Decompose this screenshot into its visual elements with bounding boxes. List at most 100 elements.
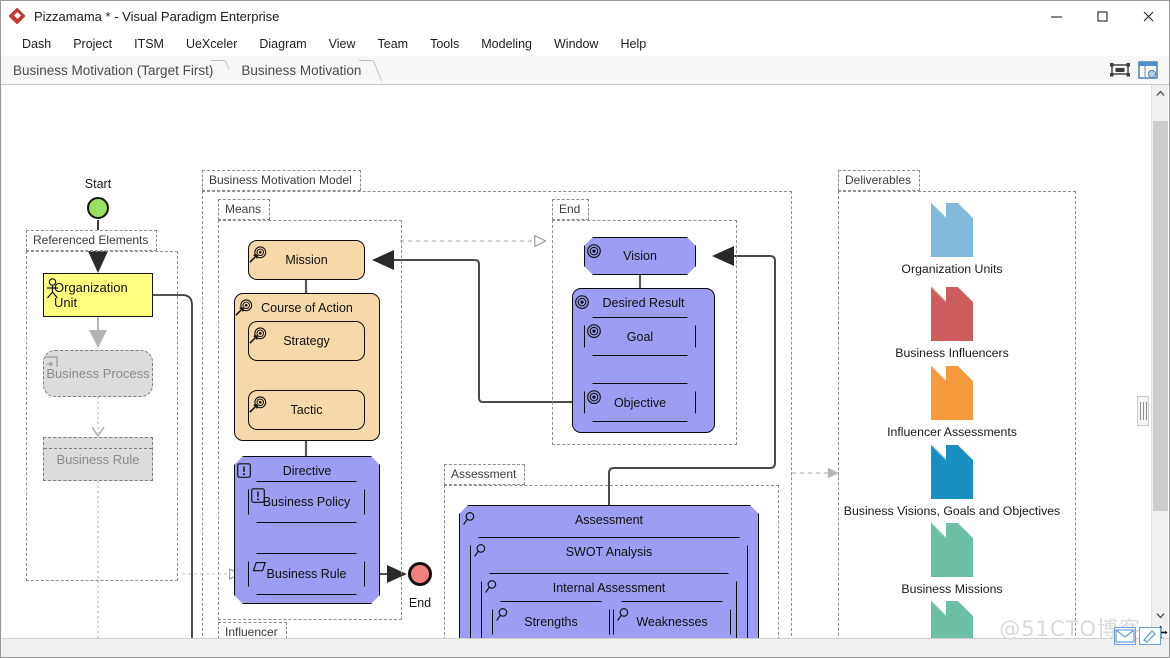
deliverable-influencer-assessments[interactable]: Influencer Assessments xyxy=(842,366,1062,439)
status-bar xyxy=(2,638,1170,656)
node-vision[interactable]: Vision xyxy=(584,237,696,275)
node-label-vision: Vision xyxy=(623,249,657,263)
deliverable-label: Business Visions, Goals and Objectives xyxy=(842,504,1062,518)
node-label-business-process: Business Process xyxy=(46,366,149,381)
node-business-policy[interactable]: Business Policy xyxy=(248,481,365,523)
application-window: Pizzamama * - Visual Paradigm Enterprise… xyxy=(0,0,1170,658)
rule-icon xyxy=(249,559,267,577)
node-label-course-of-action: Course of Action xyxy=(261,301,353,315)
breadcrumb-toolbar xyxy=(1109,60,1170,80)
lane-label-bmm: Business Motivation Model xyxy=(202,170,361,191)
deliverable-label: Business Missions xyxy=(842,582,1062,596)
means-target-icon xyxy=(249,327,267,345)
menu-item-itsm[interactable]: ITSM xyxy=(123,34,175,54)
menu-item-modeling[interactable]: Modeling xyxy=(470,34,543,54)
menu-item-help[interactable]: Help xyxy=(609,34,657,54)
assessment-magnifier-icon xyxy=(482,579,500,597)
end-target-icon xyxy=(585,323,603,341)
node-strengths[interactable]: Strengths xyxy=(492,601,610,641)
node-business-process[interactable]: Business Process xyxy=(43,350,153,397)
node-label-business-rule-ref: Business Rule xyxy=(56,452,139,467)
deliverable-label: Organization Units xyxy=(842,262,1062,276)
node-business-rule-ref[interactable]: Business Rule xyxy=(43,437,153,481)
edit-pencil-icon xyxy=(1139,627,1161,645)
lane-label-referenced-elements: Referenced Elements xyxy=(26,230,157,251)
deliverable-business-missions[interactable]: Business Missions xyxy=(842,523,1062,596)
node-label-internal-assessment: Internal Assessment xyxy=(553,581,666,595)
document-icon xyxy=(931,287,973,341)
node-label-strengths: Strengths xyxy=(524,615,578,629)
menu-item-uexceler[interactable]: UeXceler xyxy=(175,34,248,54)
deliverable-label: Business Influencers xyxy=(842,346,1062,360)
deliverable-business-visions-goals-objectives[interactable]: Business Visions, Goals and Objectives xyxy=(842,445,1062,518)
title-bar: Pizzamama * - Visual Paradigm Enterprise xyxy=(1,1,1170,32)
deliverable-label: Influencer Assessments xyxy=(842,425,1062,439)
node-objective[interactable]: Objective xyxy=(584,383,696,422)
node-organization-unit[interactable]: Organization Unit xyxy=(43,273,153,317)
document-icon xyxy=(931,445,973,499)
end-target-icon xyxy=(585,243,603,261)
scroll-up-arrow[interactable] xyxy=(1152,85,1169,102)
process-corner-icon xyxy=(44,356,59,369)
directive-icon xyxy=(249,487,267,505)
menu-bar: Dash Project ITSM UeXceler Diagram View … xyxy=(1,32,1170,56)
node-label-tactic: Tactic xyxy=(291,403,323,417)
window-title: Pizzamama * - Visual Paradigm Enterprise xyxy=(34,9,279,24)
breadcrumb-item-diagram-name[interactable]: Business Motivation xyxy=(229,59,377,81)
lane-label-deliverables: Deliverables xyxy=(838,170,920,191)
node-label-weaknesses: Weaknesses xyxy=(636,615,707,629)
close-button[interactable] xyxy=(1125,1,1170,32)
lane-label-means: Means xyxy=(218,199,270,220)
document-icon xyxy=(931,523,973,577)
node-goal[interactable]: Goal xyxy=(584,317,696,356)
node-label-mission: Mission xyxy=(285,253,327,267)
menu-item-project[interactable]: Project xyxy=(62,34,123,54)
menu-item-diagram[interactable]: Diagram xyxy=(248,34,317,54)
assessment-magnifier-icon xyxy=(493,607,511,625)
menu-item-team[interactable]: Team xyxy=(367,34,420,54)
document-icon xyxy=(931,366,973,420)
menu-item-view[interactable]: View xyxy=(318,34,367,54)
vp-diamond-icon xyxy=(10,9,26,25)
node-mission[interactable]: Mission xyxy=(248,240,365,280)
end-node[interactable] xyxy=(408,562,432,586)
vertical-scroll-thumb[interactable] xyxy=(1153,121,1168,511)
watermark-icons xyxy=(1114,627,1161,645)
maximize-button[interactable] xyxy=(1079,1,1125,32)
menu-item-dash[interactable]: Dash xyxy=(11,34,62,54)
diagram-canvas[interactable]: Referenced Elements Business Motivation … xyxy=(2,85,1170,641)
scroll-down-arrow[interactable] xyxy=(1152,607,1169,624)
node-label-assessment: Assessment xyxy=(575,513,643,527)
breadcrumb-item-diagram-type[interactable]: Business Motivation (Target First) xyxy=(1,59,229,81)
deliverable-business-influencers[interactable]: Business Influencers xyxy=(842,287,1062,360)
node-label-desired-result: Desired Result xyxy=(603,296,685,310)
menu-item-window[interactable]: Window xyxy=(543,34,609,54)
minimize-button[interactable] xyxy=(1033,1,1079,32)
envelope-icon xyxy=(1114,627,1136,645)
node-tactic[interactable]: Tactic xyxy=(248,390,365,430)
menu-item-tools[interactable]: Tools xyxy=(419,34,470,54)
means-target-icon xyxy=(249,246,267,264)
directive-icon xyxy=(235,462,253,480)
panel-resize-grip[interactable] xyxy=(1137,396,1149,426)
window-controls xyxy=(1033,1,1170,32)
node-label-strategy: Strategy xyxy=(283,334,330,348)
start-node[interactable] xyxy=(87,197,109,219)
deliverable-organization-units[interactable]: Organization Units xyxy=(842,203,1062,276)
breadcrumb: Business Motivation (Target First) Busin… xyxy=(1,56,1170,85)
diagram-overview-icon[interactable] xyxy=(1137,60,1159,80)
end-target-icon xyxy=(573,294,591,312)
node-label-goal: Goal xyxy=(627,330,653,344)
node-weaknesses[interactable]: Weaknesses xyxy=(613,601,731,641)
assessment-magnifier-icon xyxy=(471,543,489,561)
start-node-label: Start xyxy=(58,177,138,191)
node-label-objective: Objective xyxy=(614,396,666,410)
fit-to-window-icon[interactable] xyxy=(1109,60,1131,80)
document-icon xyxy=(931,203,973,257)
node-strategy[interactable]: Strategy xyxy=(248,321,365,361)
means-target-icon xyxy=(235,299,253,317)
node-business-rule[interactable]: Business Rule xyxy=(248,553,365,595)
vertical-scrollbar[interactable] xyxy=(1151,85,1168,641)
node-label-business-rule: Business Rule xyxy=(267,567,347,581)
deliverable-business-strategies-tactics[interactable]: Business Strategies and Tactics xyxy=(842,601,1062,641)
